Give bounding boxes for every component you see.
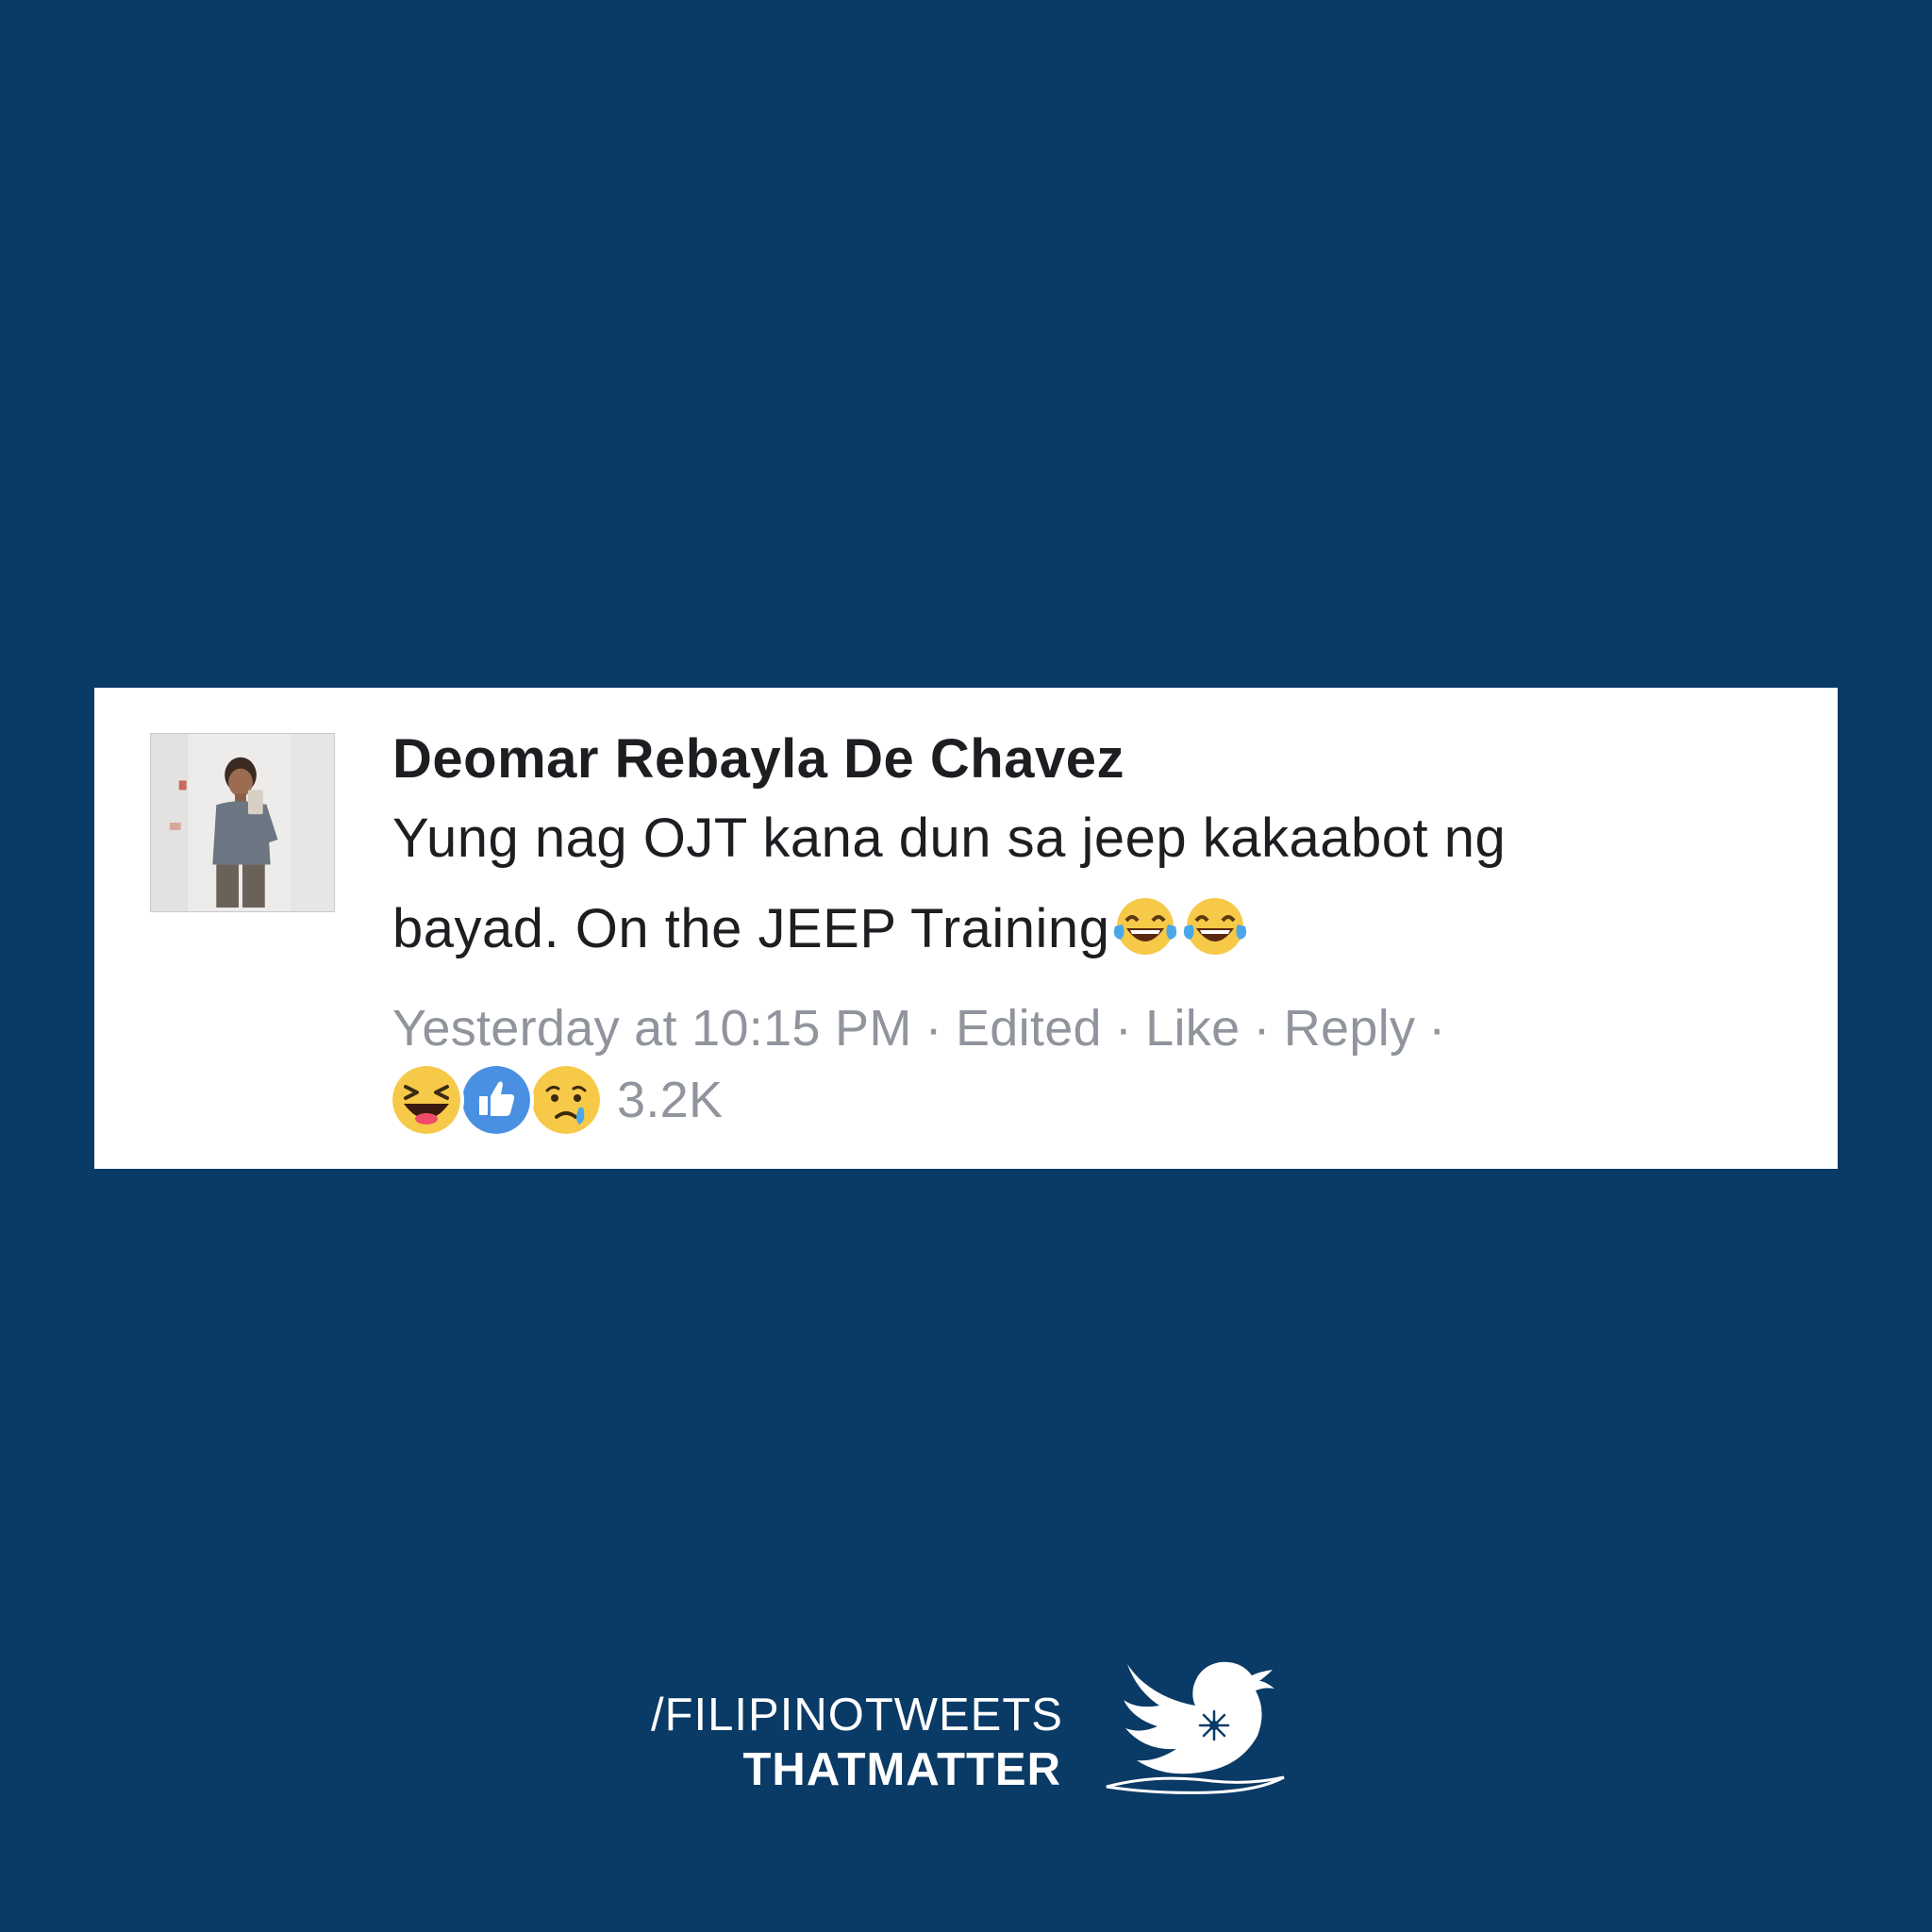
separator-dot: · (924, 1000, 942, 1057)
author-name[interactable]: Deomar Rebayla De Chavez (392, 727, 1124, 791)
comment-line-2-text: bayad. On the JEEP Training (392, 898, 1110, 959)
reaction-count[interactable]: 3.2K (617, 1071, 723, 1129)
comment-line-1: Yung nag OJT kana dun sa jeep kakaabot n… (392, 808, 1507, 869)
bird-with-sun-icon (1106, 1661, 1285, 1794)
separator-dot: · (1114, 1000, 1133, 1057)
timestamp[interactable]: Yesterday at 10:15 PM (392, 1000, 912, 1057)
sad-reaction-icon (528, 1062, 604, 1138)
reply-link[interactable]: Reply (1284, 1000, 1416, 1057)
haha-reaction-icon (389, 1062, 464, 1138)
like-reaction-icon (458, 1062, 534, 1138)
comment-card: Deomar Rebayla De Chavez Yung nag OJT ka… (94, 688, 1838, 1169)
separator-dot: · (1253, 1000, 1271, 1057)
brand-line-2: THATMATTER (742, 1744, 1061, 1795)
comment-line-2: bayad. On the JEEP Training (392, 884, 1789, 974)
brand-line-1: /FILIPINOTWEETS (651, 1690, 1063, 1740)
edited-label[interactable]: Edited (956, 1000, 1102, 1057)
comment-meta: Yesterday at 10:15 PM · Edited · Like · Reply · (392, 999, 1459, 1058)
profile-photo (151, 734, 334, 911)
face-with-tears-of-joy-icon (1184, 898, 1247, 955)
brand-wordmark: /FILIPINOTWEETS THATMATTER (651, 1687, 1063, 1798)
separator-dot: · (1428, 1000, 1446, 1057)
comment-body: Yung nag OJT kana dun sa jeep kakaabot n… (392, 793, 1789, 974)
like-link[interactable]: Like (1145, 1000, 1240, 1057)
face-with-tears-of-joy-icon (1114, 898, 1177, 955)
avatar[interactable] (150, 733, 335, 912)
reactions-summary[interactable]: 3.2K (389, 1062, 723, 1138)
